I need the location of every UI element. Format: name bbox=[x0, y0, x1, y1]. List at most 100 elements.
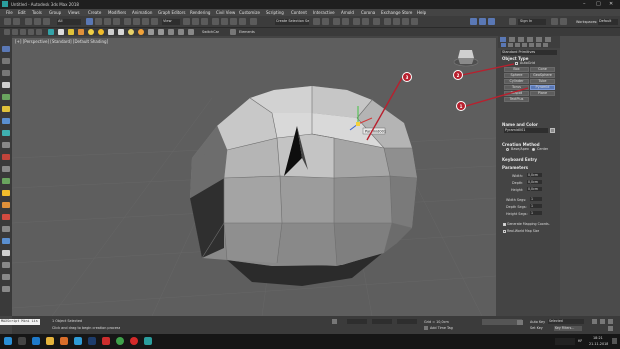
edit-named-selection-icon[interactable] bbox=[250, 18, 257, 25]
set-key-button[interactable]: Set Key bbox=[530, 326, 543, 330]
photoshop-icon[interactable] bbox=[88, 337, 96, 345]
corona-sun-icon[interactable] bbox=[138, 29, 144, 35]
name-color-title[interactable]: Name and Color bbox=[502, 122, 538, 127]
orange-shortcut-icon[interactable] bbox=[78, 29, 84, 35]
search-icon[interactable] bbox=[18, 337, 26, 345]
depth-segs-spinner[interactable]: 1 bbox=[530, 204, 542, 208]
angle-snap-icon[interactable] bbox=[221, 18, 228, 25]
tool-grey-icon-1[interactable] bbox=[2, 58, 10, 64]
tool-light-icon[interactable] bbox=[2, 106, 10, 112]
render-production-icon[interactable] bbox=[411, 18, 418, 25]
menu-arnold[interactable]: Arnold bbox=[341, 10, 354, 15]
elements-icon[interactable] bbox=[230, 29, 236, 35]
fog-icon[interactable] bbox=[188, 29, 194, 35]
close-button[interactable]: ✕ bbox=[609, 1, 617, 8]
media-icon[interactable] bbox=[60, 337, 68, 345]
nav-zoom-icon[interactable] bbox=[600, 319, 605, 324]
menu-corona[interactable]: Corona bbox=[361, 10, 375, 15]
menu-civil-view[interactable]: Civil View bbox=[216, 10, 235, 15]
layer-explorer-icon[interactable] bbox=[333, 18, 340, 25]
base-apex-radio[interactable] bbox=[506, 148, 509, 151]
app-icon-1[interactable] bbox=[74, 337, 82, 345]
camera-shortcut-icon[interactable] bbox=[108, 29, 114, 35]
window-crossing-icon[interactable] bbox=[113, 18, 120, 25]
tool-grey-icon-8[interactable] bbox=[2, 286, 10, 292]
maximize-button[interactable]: □ bbox=[596, 1, 604, 8]
modify-tab-icon[interactable] bbox=[509, 37, 515, 42]
lights-icon[interactable] bbox=[515, 43, 520, 47]
lock-selection-icon[interactable] bbox=[332, 319, 337, 324]
proxy-icon[interactable] bbox=[148, 29, 154, 35]
tool-green-icon[interactable] bbox=[2, 94, 10, 100]
selection-tab-icon[interactable] bbox=[20, 29, 26, 35]
viewport-scene[interactable]: Pyramid001 bbox=[12, 38, 496, 316]
primitive-cone-button[interactable]: Cone bbox=[530, 67, 555, 72]
material-editor-icon[interactable] bbox=[373, 18, 380, 25]
key-selected-dropdown[interactable]: Selected bbox=[548, 319, 584, 324]
tool-red-icon[interactable] bbox=[2, 154, 10, 160]
menu-rendering[interactable]: Rendering bbox=[190, 10, 210, 15]
keyboard-shortcut-icon[interactable] bbox=[201, 18, 208, 25]
height-spinner[interactable]: 0,0cm bbox=[527, 187, 542, 191]
workspace-dropdown[interactable]: Default bbox=[598, 19, 618, 25]
bind-space-warp-icon[interactable] bbox=[43, 18, 50, 25]
object-name-field[interactable]: Pyramid001 bbox=[504, 128, 548, 133]
redo-icon[interactable] bbox=[13, 18, 20, 25]
add-time-tag[interactable]: Add Time Tag bbox=[430, 326, 453, 330]
menu-modifiers[interactable]: Modifiers bbox=[108, 10, 126, 15]
tool-white-icon[interactable] bbox=[2, 82, 10, 88]
rect-selection-icon[interactable] bbox=[104, 18, 111, 25]
primitive-cylinder-button[interactable]: Cylinder bbox=[504, 79, 529, 84]
menu-views[interactable]: Views bbox=[68, 10, 80, 15]
tool-grey-icon-5[interactable] bbox=[2, 226, 10, 232]
gen-mapping-checkbox[interactable] bbox=[503, 223, 506, 226]
menu-customize[interactable]: Customize bbox=[239, 10, 260, 15]
display-tab-icon[interactable] bbox=[536, 37, 542, 42]
shapes-icon[interactable] bbox=[508, 43, 513, 47]
depth-spinner[interactable]: 0,0cm bbox=[527, 180, 542, 184]
scale-icon[interactable] bbox=[142, 18, 149, 25]
user-icon[interactable] bbox=[509, 18, 516, 25]
primitive-box-button[interactable]: Box bbox=[504, 67, 529, 72]
tool-grey-icon-3[interactable] bbox=[2, 142, 10, 148]
schematic-view-icon[interactable] bbox=[362, 18, 369, 25]
pivot-icon[interactable] bbox=[183, 18, 190, 25]
sun-icon[interactable] bbox=[98, 29, 104, 35]
render-icon[interactable] bbox=[402, 18, 409, 25]
select-by-name-icon[interactable] bbox=[95, 18, 102, 25]
primitive-textplus-button[interactable]: TextPlus bbox=[504, 97, 529, 102]
keyboard-entry-title[interactable]: Keyboard Entry bbox=[502, 157, 537, 162]
autogrid-checkbox[interactable] bbox=[515, 62, 518, 65]
menu-exchange-store[interactable]: Exchange Store bbox=[381, 10, 412, 15]
corona-light-icon[interactable] bbox=[128, 29, 134, 35]
menu-create[interactable]: Create bbox=[88, 10, 101, 15]
spacewarps-icon[interactable] bbox=[536, 43, 541, 47]
white-shortcut-icon[interactable] bbox=[58, 29, 64, 35]
populate-tab-icon[interactable] bbox=[36, 29, 42, 35]
opera-icon[interactable] bbox=[130, 337, 138, 345]
utilities-tab-icon[interactable] bbox=[545, 37, 551, 42]
menu-scripting[interactable]: Scripting bbox=[266, 10, 284, 15]
cart-icon[interactable] bbox=[551, 18, 558, 25]
motion-tab-icon[interactable] bbox=[527, 37, 533, 42]
modeling-tab-icon[interactable] bbox=[4, 29, 10, 35]
object-color-swatch[interactable] bbox=[550, 128, 555, 133]
scatter-icon[interactable] bbox=[158, 29, 164, 35]
align-icon[interactable] bbox=[322, 18, 329, 25]
systems-icon[interactable] bbox=[543, 43, 548, 47]
center-radio[interactable] bbox=[532, 148, 535, 151]
graphite-ribbon-icon[interactable] bbox=[342, 18, 349, 25]
primitive-tube-button[interactable]: Tube bbox=[530, 79, 555, 84]
tool-green-icon-2[interactable] bbox=[2, 178, 10, 184]
rotate-icon[interactable] bbox=[133, 18, 140, 25]
manipulate-icon[interactable] bbox=[192, 18, 199, 25]
yellow-light-icon[interactable] bbox=[88, 29, 94, 35]
help-icon[interactable] bbox=[560, 18, 567, 25]
viewcube-icon[interactable] bbox=[453, 50, 479, 67]
primitive-torus-button[interactable]: Torus bbox=[504, 85, 529, 90]
play-controls[interactable] bbox=[482, 319, 522, 325]
nav-pan-icon[interactable] bbox=[592, 319, 597, 324]
menu-edit[interactable]: Edit bbox=[18, 10, 26, 15]
auto-key-button[interactable]: Auto Key bbox=[530, 320, 545, 324]
unlink-icon[interactable] bbox=[34, 18, 41, 25]
